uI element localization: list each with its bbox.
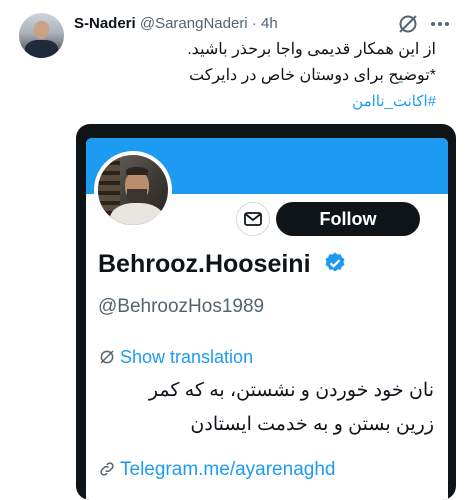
tweet-timestamp[interactable]: 4h (261, 15, 278, 32)
avatar-hair (126, 167, 148, 175)
profile-avatar (94, 151, 172, 229)
profile-bio-line-1: نان خود خوردن و نشستن، به که کمر (148, 380, 434, 401)
profile-screenshot-card: Follow Behrooz.Hooseini @BehroozHos1989 … (86, 138, 448, 500)
profile-link-text: Telegram.me/ayarenaghd (120, 459, 336, 480)
more-options-icon[interactable] (428, 12, 452, 36)
profile-bio-line-2: زرین بستن و به خدمت ایستادن (190, 414, 434, 435)
show-translation-link: Show translation (98, 344, 253, 370)
grok-icon[interactable] (396, 12, 420, 36)
avatar-body (25, 40, 58, 58)
author-display-name[interactable]: S-Naderi (74, 15, 136, 32)
link-icon (100, 462, 114, 476)
avatar-beard (127, 189, 147, 203)
author-handle[interactable]: @SarangNaderi (140, 15, 248, 32)
tweet-hashtag-link[interactable]: #اکانت_ناامن (352, 90, 436, 114)
tweet-text-line-2: *توضیح برای دوستان خاص در دایرکت (188, 67, 436, 84)
profile-handle: @BehroozHos1989 (98, 296, 265, 317)
translate-icon (100, 350, 114, 364)
avatar-head (34, 21, 49, 39)
show-translation-label: Show translation (120, 347, 254, 367)
verified-badge-icon (325, 252, 345, 272)
tweet-media-image[interactable]: Follow Behrooz.Hooseini @BehroozHos1989 … (76, 124, 456, 500)
follow-button: Follow (276, 202, 420, 236)
tweet-text-line-1: از این همکار قدیمی واجا برحذر باشید. (187, 41, 436, 58)
avatar-shirt (110, 203, 164, 225)
profile-website-link: Telegram.me/ayarenaghd (98, 456, 335, 484)
author-avatar[interactable] (19, 13, 64, 58)
header-separator: · (251, 15, 257, 32)
profile-display-name-text: Behrooz.Hooseini (98, 250, 311, 278)
message-envelope-icon (236, 202, 270, 236)
profile-display-name: Behrooz.Hooseini (98, 248, 347, 280)
